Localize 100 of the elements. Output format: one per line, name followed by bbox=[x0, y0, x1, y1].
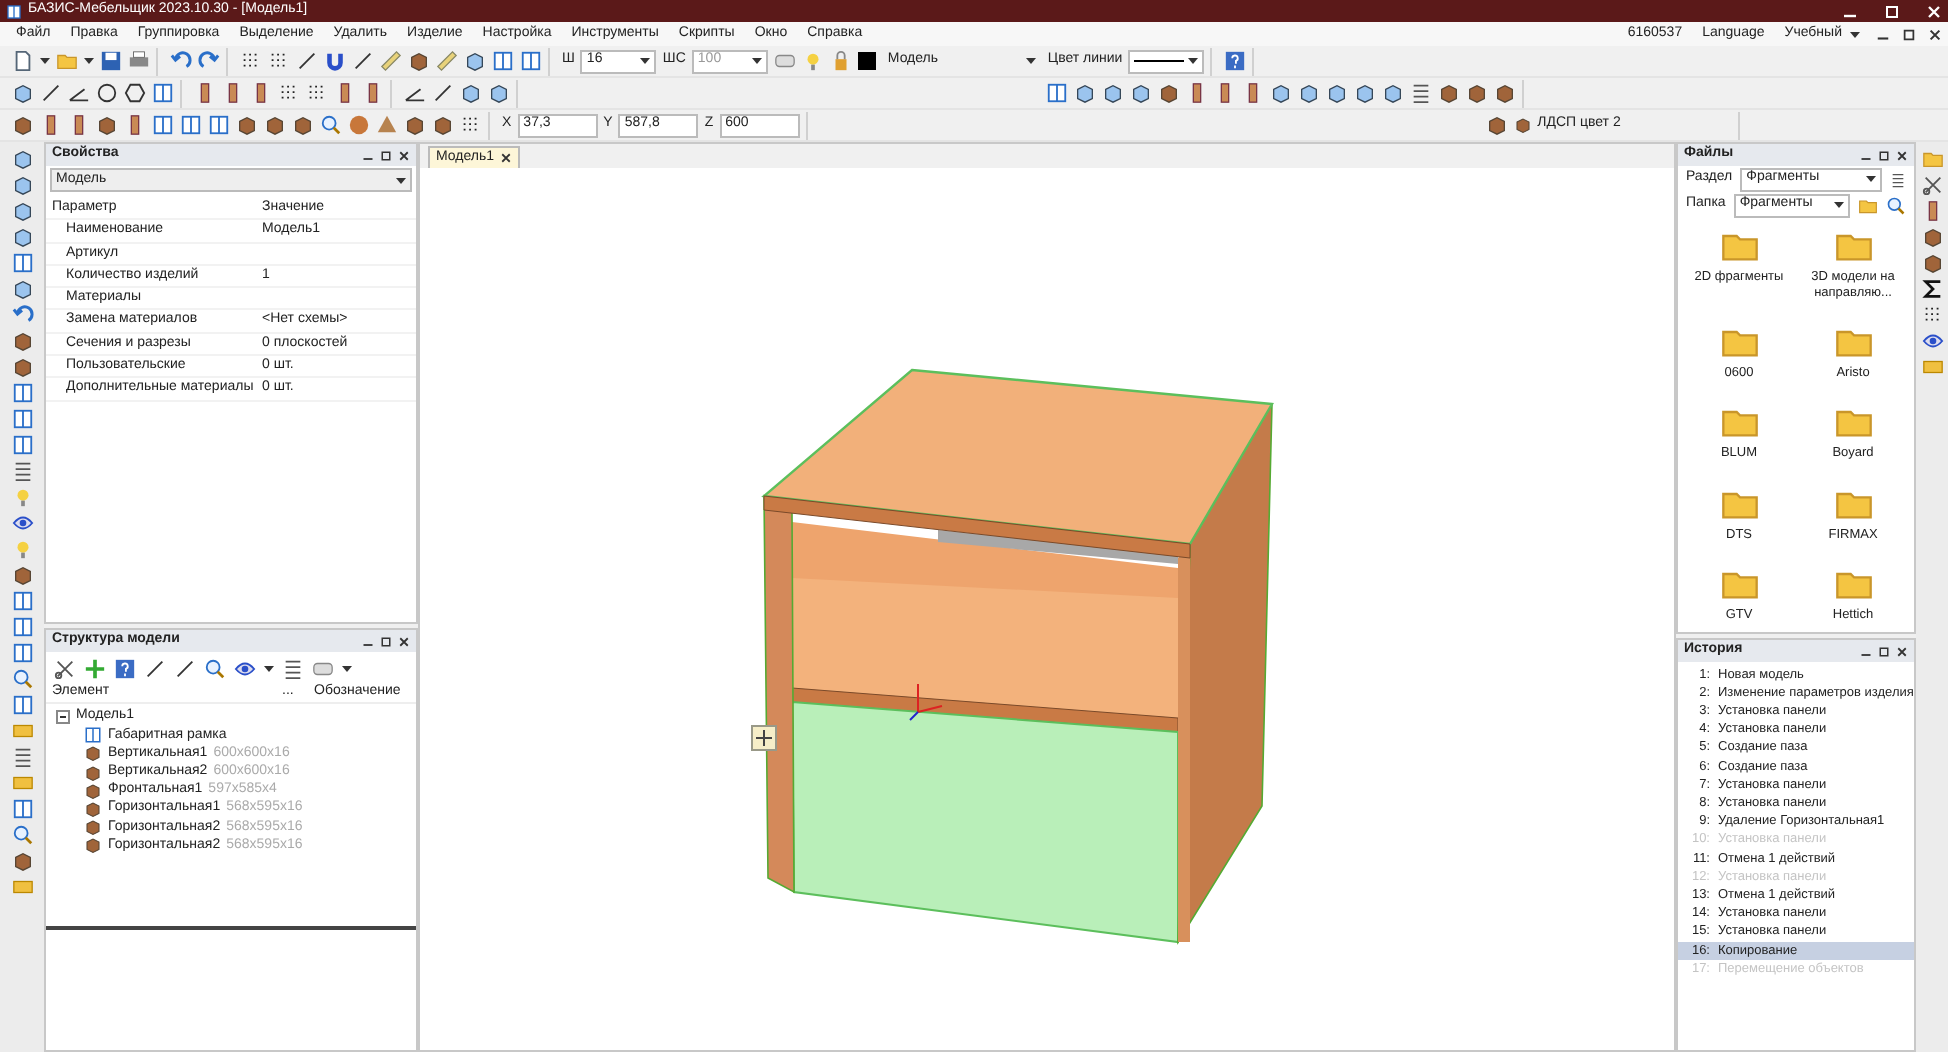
caret-icon[interactable] bbox=[751, 58, 762, 64]
box-icon[interactable] bbox=[11, 850, 33, 872]
circle-icon[interactable] bbox=[96, 82, 118, 104]
close-icon[interactable] bbox=[1928, 27, 1942, 41]
caret-icon[interactable] bbox=[1188, 58, 1199, 64]
frame-icon[interactable] bbox=[11, 694, 33, 716]
box-icon[interactable] bbox=[404, 114, 426, 136]
box-icon[interactable] bbox=[236, 114, 258, 136]
close-icon[interactable] bbox=[1896, 149, 1908, 161]
zoom-icon[interactable] bbox=[11, 668, 33, 690]
page-icon[interactable] bbox=[12, 50, 34, 72]
frame-icon[interactable] bbox=[11, 642, 33, 664]
frame-icon[interactable] bbox=[11, 590, 33, 612]
close-icon[interactable] bbox=[1896, 645, 1908, 657]
eye-icon[interactable] bbox=[234, 657, 256, 679]
frame-icon[interactable] bbox=[492, 50, 514, 72]
help-icon[interactable] bbox=[114, 657, 136, 679]
cube-icon[interactable] bbox=[11, 226, 33, 248]
zoom-icon[interactable] bbox=[320, 114, 342, 136]
frame-icon[interactable] bbox=[11, 434, 33, 456]
scissors-icon[interactable] bbox=[1921, 174, 1943, 196]
grid-icon[interactable] bbox=[1921, 304, 1943, 326]
cube-icon[interactable] bbox=[1102, 82, 1124, 104]
frame-icon[interactable] bbox=[152, 82, 174, 104]
close-icon[interactable] bbox=[398, 635, 410, 647]
list-icon[interactable] bbox=[1890, 171, 1906, 187]
box-icon[interactable] bbox=[1921, 252, 1943, 274]
caret-icon[interactable] bbox=[40, 58, 50, 64]
sphere-icon[interactable] bbox=[348, 114, 370, 136]
collapse-icon[interactable] bbox=[56, 710, 70, 725]
floppy-icon[interactable] bbox=[100, 50, 122, 72]
color-swatch[interactable] bbox=[857, 52, 876, 70]
help-icon[interactable] bbox=[1224, 50, 1247, 72]
magnet-icon[interactable] bbox=[324, 50, 346, 72]
line-icon[interactable] bbox=[432, 82, 454, 104]
cube-icon[interactable] bbox=[460, 82, 482, 104]
box-icon[interactable] bbox=[432, 114, 454, 136]
eye-icon[interactable] bbox=[1921, 330, 1943, 352]
eye-icon[interactable] bbox=[11, 512, 33, 534]
maximize-icon[interactable] bbox=[1878, 645, 1890, 657]
maximize-icon[interactable] bbox=[1878, 149, 1890, 161]
frame-icon[interactable] bbox=[11, 408, 33, 430]
frame-icon[interactable] bbox=[180, 114, 202, 136]
box-icon[interactable] bbox=[1921, 226, 1943, 248]
box-icon[interactable] bbox=[1438, 82, 1460, 104]
cube-icon[interactable] bbox=[11, 174, 33, 196]
printer-icon[interactable] bbox=[128, 50, 150, 72]
caret-icon[interactable] bbox=[396, 177, 406, 183]
cube-icon[interactable] bbox=[1326, 82, 1348, 104]
box-icon[interactable] bbox=[12, 114, 34, 136]
line-icon[interactable] bbox=[296, 50, 318, 72]
cube-icon[interactable] bbox=[1298, 82, 1320, 104]
scissors-icon[interactable] bbox=[54, 657, 76, 679]
box-icon[interactable] bbox=[96, 114, 118, 136]
grid-icon[interactable] bbox=[278, 82, 300, 104]
list-icon[interactable] bbox=[282, 657, 304, 679]
cube-icon[interactable] bbox=[1130, 82, 1152, 104]
cube-icon[interactable] bbox=[11, 278, 33, 300]
box-icon[interactable] bbox=[1494, 82, 1516, 104]
caret-icon[interactable] bbox=[1866, 176, 1876, 182]
redo-icon[interactable] bbox=[198, 50, 220, 72]
zoom-icon[interactable] bbox=[11, 824, 33, 846]
caret-icon[interactable] bbox=[264, 665, 274, 671]
zoom-icon[interactable] bbox=[204, 657, 226, 679]
close-icon[interactable] bbox=[398, 149, 410, 161]
cube-icon[interactable] bbox=[1074, 82, 1096, 104]
frame-icon[interactable] bbox=[208, 114, 230, 136]
zoom-icon[interactable] bbox=[1886, 195, 1906, 215]
line-style-dropdown[interactable] bbox=[1128, 49, 1205, 73]
sigma-icon[interactable] bbox=[1921, 278, 1943, 300]
grid-icon[interactable] bbox=[240, 50, 262, 72]
cube-icon[interactable] bbox=[488, 82, 510, 104]
close-icon[interactable] bbox=[500, 152, 513, 164]
line-icon[interactable] bbox=[144, 657, 166, 679]
caret-icon[interactable] bbox=[1850, 31, 1860, 37]
frame-icon[interactable] bbox=[520, 50, 542, 72]
cube-icon[interactable] bbox=[11, 148, 33, 170]
box-icon[interactable] bbox=[1513, 116, 1532, 134]
grid-icon[interactable] bbox=[460, 114, 482, 136]
cube-icon[interactable] bbox=[464, 50, 486, 72]
caret-icon[interactable] bbox=[84, 58, 94, 64]
line-icon[interactable] bbox=[40, 82, 62, 104]
cube-icon[interactable] bbox=[1270, 82, 1292, 104]
box-icon[interactable] bbox=[11, 564, 33, 586]
box-icon[interactable] bbox=[292, 114, 314, 136]
grid-icon[interactable] bbox=[306, 82, 328, 104]
maximize-icon[interactable] bbox=[380, 635, 392, 647]
list-icon[interactable] bbox=[11, 746, 33, 768]
cube-icon[interactable] bbox=[11, 200, 33, 222]
plus-icon[interactable] bbox=[84, 657, 106, 679]
caret-icon[interactable] bbox=[1025, 58, 1036, 64]
grid-icon[interactable] bbox=[268, 50, 290, 72]
box-icon[interactable] bbox=[1158, 82, 1180, 104]
line-icon[interactable] bbox=[174, 657, 196, 679]
box-icon[interactable] bbox=[1485, 114, 1508, 136]
maximize-icon[interactable] bbox=[380, 149, 392, 161]
folder-icon[interactable] bbox=[1858, 195, 1878, 215]
box-icon[interactable] bbox=[1466, 82, 1488, 104]
hexagon-icon[interactable] bbox=[124, 82, 146, 104]
list-icon[interactable] bbox=[11, 460, 33, 482]
